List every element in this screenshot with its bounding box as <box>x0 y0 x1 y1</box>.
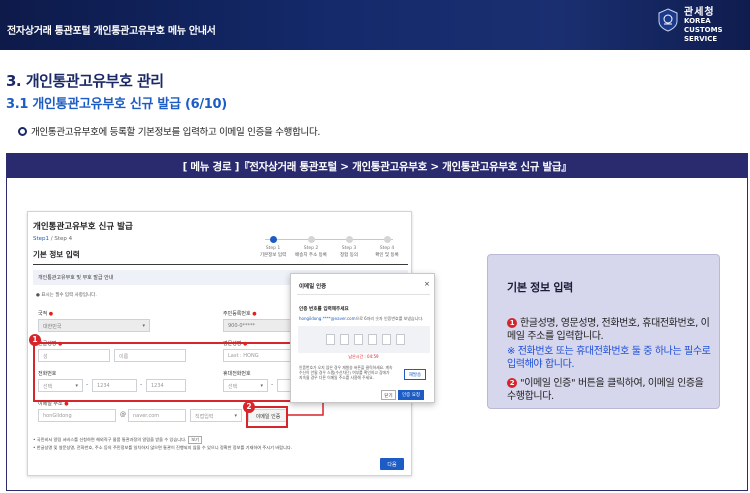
code-digit-input[interactable] <box>382 334 391 345</box>
next-button[interactable]: 다음 <box>380 458 404 470</box>
verify-request-button[interactable]: 인증 요청 <box>398 390 424 400</box>
side-title: 기본 정보 입력 <box>507 281 573 294</box>
side-badge-2: 2 <box>507 378 517 388</box>
form-title: 개인통관고유부호 신규 발급 <box>33 222 133 232</box>
korea-customs-emblem-icon <box>658 8 678 32</box>
agency-name-en-1: KOREA CUSTOMS <box>684 17 723 34</box>
nationality-select[interactable]: 대한민국 ▾ <box>38 319 150 332</box>
chevron-down-icon: ▾ <box>142 323 145 329</box>
document-title: 전자상거래 통관포털 개인통관고유부호 메뉴 안내서 <box>7 26 216 37</box>
required-note: ● 표시는 필수 입력 사항입니다. <box>36 293 97 298</box>
subsection-heading: 3.1 개인통관고유부호 신규 발급 (6/10) <box>6 97 227 112</box>
side-badge-1: 1 <box>507 318 517 328</box>
side-item-1-note: ※ 전화번호 또는 휴대전화번호 둘 중 하나는 필수로 입력해야 합니다. <box>507 346 711 370</box>
step-4: Step 4 확인 및 등록 <box>367 236 407 258</box>
close-icon[interactable]: × <box>424 280 430 288</box>
step-dot <box>383 236 391 243</box>
code-digit-input[interactable] <box>354 334 363 345</box>
code-digit-input[interactable] <box>340 334 349 345</box>
side-item-1-text: 한글성명, 영문성명, 전화번호, 휴대전화번호, 이메일 주소를 입력합니다. <box>507 318 710 342</box>
step-progress: Step 1 기본정보 입력 Step 2 배송지 주소 등록 Step 3 정… <box>253 234 408 264</box>
modal-heading: 인증 번호를 입력해주세요 <box>299 307 349 312</box>
step-dot <box>269 236 277 243</box>
section-heading: 3. 개인통관고유부호 관리 <box>6 72 164 90</box>
email-at: @ <box>120 411 126 418</box>
badge-1: 1 <box>29 334 41 346</box>
agency-name-en-2: SERVICE <box>684 35 718 43</box>
step-current: Step1 <box>33 236 50 242</box>
modal-info-text: 인증번호가 오지 않은 경우 재발송 버튼을 클릭하세요. 계속 수신이 안될 … <box>299 365 393 380</box>
step-label: 배송지 주소 등록 <box>295 253 327 258</box>
side-item-1: 1 한글성명, 영문성명, 전화번호, 휴대전화번호, 이메일 주소를 입력합니다… <box>507 317 712 343</box>
step-number: Step 1 <box>265 246 281 251</box>
bullet-circle-icon <box>18 126 27 136</box>
step-label: 기본정보 입력 <box>259 253 287 258</box>
step-indicator: Step1 / Step 4 <box>33 236 72 242</box>
code-digit-input[interactable] <box>326 334 335 345</box>
menu-path-bar: [ 메뉴 경로 ]『전자상거래 통관포털 > 개인통관고유부호 > 개인통관고유… <box>7 154 747 178</box>
code-input-area <box>298 326 430 353</box>
step-1: Step 1 기본정보 입력 <box>253 236 293 258</box>
side-item-2: 2 "이메일 인증" 버튼을 클릭하여, 이메일 인증을 수행합니다. <box>507 377 712 403</box>
email-domain-select[interactable]: 직접입력 ▾ <box>190 409 242 422</box>
email-verification-modal: 이메일 인증 × 인증 번호를 입력해주세요 hongildong.****@n… <box>290 273 435 403</box>
chevron-down-icon: ▾ <box>234 413 237 419</box>
nationality-label: 국적 ● <box>38 311 54 317</box>
email-id-input[interactable]: honGildong <box>38 409 116 422</box>
step-dot <box>307 236 315 243</box>
description-row: 개인통관고유부호에 등록할 기본정보를 입력하고 이메일 인증을 수행합니다. <box>18 124 320 138</box>
form-section-title: 개인통관고유부호 및 부호 발급 안내 <box>38 275 114 281</box>
menu-path-text: [ 메뉴 경로 ]『전자상거래 통관포털 > 개인통관고유부호 > 개인통관고유… <box>182 160 572 173</box>
code-digit-input[interactable] <box>368 334 377 345</box>
step-total: / Step 4 <box>50 236 73 242</box>
modal-divider <box>297 294 430 295</box>
resend-button[interactable]: 재발송 <box>404 369 426 380</box>
step-label: 확인 및 등록 <box>375 253 399 258</box>
note-line: • 한글성명 및 영문성명, 전화번호, 주소 등의 주민정보를 일치하지 않으… <box>33 445 293 450</box>
form-divider <box>33 264 408 265</box>
step-number: Step 3 <box>341 246 357 251</box>
form-subtitle: 기본 정보 입력 <box>33 250 80 259</box>
note-line: • 국민비서 알림 서비스를 신청하면 해외직구 물품 통관과정의 알림을 받을… <box>33 436 203 444</box>
agency-name: 관세청 KOREA CUSTOMS SERVICE <box>684 8 750 44</box>
side-info-box: 기본 정보 입력 1 한글성명, 영문성명, 전화번호, 휴대전화번호, 이메일 … <box>487 254 720 409</box>
step-2: Step 2 배송지 주소 등록 <box>291 236 331 258</box>
step-number: Step 4 <box>379 246 395 251</box>
notes-view-button[interactable]: 보기 <box>188 436 203 444</box>
description-text: 개인통관고유부호에 등록할 기본정보를 입력하고 이메일 인증을 수행합니다. <box>31 127 321 138</box>
resident-number-label: 주민등록번호 ● <box>223 311 257 317</box>
top-header-bar: 전자상거래 통관포털 개인통관고유부호 메뉴 안내서 관세청 KOREA CUS… <box>0 0 750 50</box>
step-label: 정합 동의 <box>340 253 358 258</box>
agency-name-ko: 관세청 <box>684 7 715 18</box>
email-domain-input[interactable]: naver.com <box>128 409 186 422</box>
side-item-2-text: "이메일 인증" 버튼을 클릭하여, 이메일 인증을 수행합니다. <box>507 378 704 402</box>
step-number: Step 2 <box>303 246 319 251</box>
step-dot <box>345 236 353 243</box>
badge-2: 2 <box>243 401 255 413</box>
code-digit-input[interactable] <box>396 334 405 345</box>
modal-subtext: hongildong.****@naver.com으로 6자리 숫자 인증번호를… <box>299 316 424 321</box>
step-3: Step 3 정합 동의 <box>329 236 369 258</box>
modal-close-button[interactable]: 닫기 <box>381 390 396 400</box>
timer-text: 남은시간 : 04:59 <box>348 354 379 359</box>
modal-title: 이메일 인증 <box>299 284 327 290</box>
